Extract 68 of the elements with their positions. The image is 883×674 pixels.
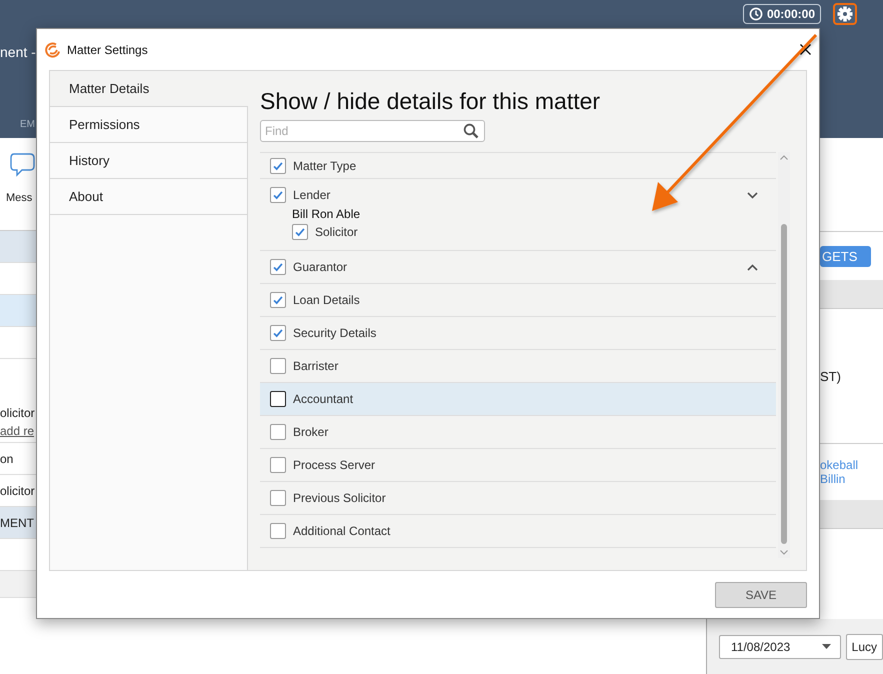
item-label: Additional Contact xyxy=(293,524,390,538)
dropdown-caret-icon xyxy=(822,644,831,649)
scroll-up-icon xyxy=(780,155,788,160)
item-label: Guarantor xyxy=(293,260,348,274)
list-row[interactable]: Loan Details xyxy=(260,284,776,317)
expand-button[interactable] xyxy=(747,264,758,270)
timer-button[interactable]: 00:00:00 xyxy=(742,4,821,24)
list-row[interactable]: Guarantor xyxy=(260,251,776,284)
list-row[interactable]: Security Details xyxy=(260,317,776,350)
item-label: Lender xyxy=(293,188,330,202)
checkbox[interactable] xyxy=(270,523,286,539)
clock-icon xyxy=(748,7,763,21)
logo-icon xyxy=(45,42,61,58)
user-field[interactable]: Lucy xyxy=(846,634,883,660)
row-text: olicitor xyxy=(0,484,35,498)
list-row[interactable]: Process Server xyxy=(260,449,776,482)
close-icon xyxy=(800,44,811,55)
settings-button[interactable] xyxy=(833,3,857,25)
link[interactable]: add re xyxy=(0,424,34,438)
checkbox[interactable] xyxy=(270,158,286,174)
item-label: Previous Solicitor xyxy=(293,491,386,505)
checkbox[interactable] xyxy=(270,187,286,203)
item-label: Loan Details xyxy=(293,293,360,307)
list-row[interactable]: Accountant xyxy=(260,383,776,416)
list-row[interactable]: Broker xyxy=(260,416,776,449)
sidebar-item[interactable]: Matter Details xyxy=(50,71,248,107)
checkbox[interactable] xyxy=(270,325,286,341)
row-text: olicitor xyxy=(0,406,35,420)
item-label: Broker xyxy=(293,425,328,439)
item-label: Matter Type xyxy=(293,158,356,172)
save-button[interactable]: SAVE xyxy=(715,582,807,608)
toolbar-label: Mess xyxy=(6,192,32,204)
item-label: Accountant xyxy=(293,392,354,406)
expand-button[interactable] xyxy=(747,192,758,198)
checkbox[interactable] xyxy=(270,358,286,374)
item-label: Security Details xyxy=(293,326,376,340)
nav-tab[interactable]: EM xyxy=(20,119,35,130)
list-row[interactable]: Previous Solicitor xyxy=(260,482,776,515)
window-title: Matter Settings xyxy=(67,42,148,56)
checkbox[interactable] xyxy=(270,457,286,473)
row-text: on xyxy=(0,452,14,466)
checkbox[interactable] xyxy=(292,224,308,240)
page-title: nent - xyxy=(0,44,36,60)
role-label: Solicitor xyxy=(315,225,358,239)
scrollbar-thumb[interactable] xyxy=(781,224,787,544)
chevron-up-icon xyxy=(747,264,758,270)
section-header xyxy=(820,280,883,309)
heading: Show / hide details for this matter xyxy=(260,87,602,115)
list-row[interactable]: Matter Type xyxy=(260,153,776,179)
detail-text: ST) xyxy=(820,368,841,384)
search-field[interactable]: Find xyxy=(260,120,485,142)
contact-name: Bill Ron Able xyxy=(292,207,362,221)
checkbox[interactable] xyxy=(270,259,286,275)
row-text: MENT xyxy=(0,516,34,530)
settings-icon xyxy=(837,6,853,22)
checkbox[interactable] xyxy=(270,292,286,308)
checkbox[interactable] xyxy=(270,424,286,440)
item-label: Barrister xyxy=(293,359,338,373)
search-icon xyxy=(463,123,479,139)
list-row[interactable]: Additional Contact xyxy=(260,515,776,548)
checkbox[interactable] xyxy=(270,391,286,407)
checkbox[interactable] xyxy=(270,490,286,506)
section-header xyxy=(820,500,883,529)
date-dropdown[interactable]: 11/08/2023 xyxy=(719,634,841,658)
item-label: Process Server xyxy=(293,458,376,472)
scroll-down-icon xyxy=(780,550,788,555)
close-button[interactable] xyxy=(800,44,811,55)
chevron-down-icon xyxy=(747,192,758,198)
